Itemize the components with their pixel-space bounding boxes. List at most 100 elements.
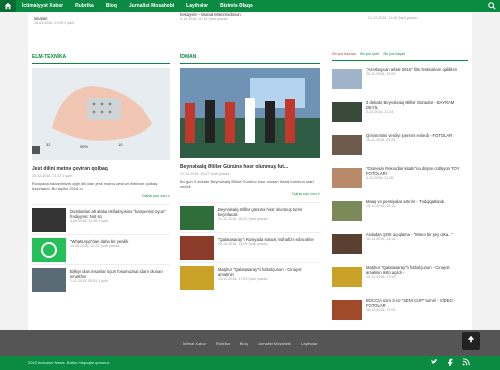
feature-image[interactable]: 32 95% 10 bbox=[32, 68, 170, 160]
popular-item[interactable]: Maaş və pensiyalar artırılır - Tədqiqatl… bbox=[332, 197, 468, 230]
football-team-image bbox=[180, 68, 320, 158]
popular-item[interactable]: BOCCİA üzrə 3-cü "SENİ CUP" turniri - Vİ… bbox=[332, 296, 468, 329]
facebook-icon[interactable] bbox=[446, 358, 454, 366]
search-icon[interactable] bbox=[488, 2, 496, 10]
column-popular: Ən çox baxılan Ən çox şərh Ən çox bəyən … bbox=[332, 50, 468, 329]
section-title[interactable]: İDMAN bbox=[180, 54, 320, 64]
section-title[interactable]: ELM-TEXNİKA bbox=[32, 54, 170, 64]
popular-tabs: Ən çox baxılan Ən çox şərh Ən çox bəyən bbox=[332, 50, 468, 61]
copyright-text: 2015 İnclusive News. Bütün hüquqlar qoru… bbox=[28, 360, 110, 365]
footer-nav-1[interactable]: İctimai Xəbər bbox=[183, 341, 206, 346]
popular-item-meta: 20-11-2016, 12:09 bbox=[366, 72, 396, 76]
tab-most-liked[interactable]: Ən çox bəyən bbox=[383, 50, 405, 58]
popular-item-title: Maşhur "Qalatasaray"lı futbolçunun - Cin… bbox=[366, 265, 450, 275]
footer-nav-5[interactable]: Layihələr bbox=[301, 341, 317, 346]
feature-title[interactable]: Beynəlxalq Əlillər Gününə həsr olunmuş f… bbox=[180, 164, 320, 170]
list-item-title: Maşhur "Qalatasaray"lı futbolçunun - Cin… bbox=[218, 267, 302, 277]
list-item-title: Bitkiyi olan insanlar üçün fosumuzsal id… bbox=[70, 269, 163, 279]
list-item[interactable]: "Qalatasaray"ı Rusiyada süsusi mühafizə … bbox=[180, 232, 320, 262]
thumbnail bbox=[32, 268, 66, 292]
arrow-up-icon bbox=[467, 335, 475, 343]
feature-meta: 25-12-2016, 21:23 1 şərh bbox=[32, 174, 73, 178]
list-item[interactable]: "WhatsApp"dan daha bir yenilik 13-05-201… bbox=[32, 234, 170, 264]
popular-item[interactable]: "Azərbaycan ailəsi-2016" film festivalın… bbox=[332, 65, 468, 98]
feature-title[interactable]: Jest dilini metnə çevirən qolbaq bbox=[32, 166, 170, 172]
popular-item[interactable]: "Ginnesin Rekordlar kitabı"na düşən cütl… bbox=[332, 164, 468, 197]
nav-item-5[interactable]: Layihələr bbox=[180, 0, 214, 12]
home-icon bbox=[4, 2, 12, 10]
popular-item-title: 3 dekabr Beynəlxalq Əlillər Günüdür - BA… bbox=[366, 100, 455, 110]
stat-3: 10 bbox=[118, 142, 123, 147]
thumbnail bbox=[332, 300, 362, 320]
list-item-meta: 21-12-2016, 16:02 Şərh yoxdur bbox=[218, 217, 268, 221]
list-item[interactable]: Beynəlxalq Əlillər gününə həsr olunmuş t… bbox=[180, 202, 320, 232]
nav-item-1[interactable]: İctimaiyyət Xəbər bbox=[16, 0, 69, 12]
rss-icon[interactable] bbox=[462, 358, 470, 366]
read-more-link[interactable]: Daha çox oxu » bbox=[32, 193, 170, 198]
tech-list: Dostlardan alt alaba istifadəçisinə "ban… bbox=[32, 204, 170, 294]
feature-body: Rusiyada badanimizin qiğb dili olan jest… bbox=[32, 181, 158, 191]
tab-most-commented[interactable]: Ən çox şərh bbox=[360, 50, 379, 58]
thumbnail bbox=[332, 102, 362, 122]
snippet-meta: 4-10-2016, 20:18 Şərh yoxdur bbox=[180, 17, 228, 21]
sport-list: Beynəlxalq Əlillər gününə həsr olunmuş t… bbox=[180, 202, 320, 292]
nav-item-2[interactable]: Rubrika bbox=[69, 0, 100, 12]
popular-item-meta: 19-12-2016, 17:53 bbox=[366, 275, 396, 279]
list-item-title: Beynəlxalq Əlillər gününə həsr olunmuş t… bbox=[218, 207, 303, 217]
list-item-meta: 19-12-2016, 17:53 Şərh yoxdur bbox=[218, 277, 268, 281]
popular-item[interactable]: Qənimətimi verdiyi şəmmə evlərdi - FOTOL… bbox=[332, 131, 468, 164]
popular-item-title: "Ginnesin Rekordlar kitabı"na düşən cütl… bbox=[366, 166, 460, 176]
list-item[interactable]: Dostlardan alt alaba istifadəçisinə "ban… bbox=[32, 204, 170, 234]
popular-item-meta: 15-12-2016, 19:11 bbox=[366, 204, 396, 208]
hand-bracelet-image bbox=[32, 68, 170, 160]
top-mid-snippet[interactable]: hekayəsi – Murad Məmmədovun 4-10-2016, 2… bbox=[180, 12, 320, 21]
thumbnail bbox=[332, 267, 362, 287]
popular-item[interactable]: Maşhur "Qalatasaray"lı futbolçunun - Cin… bbox=[332, 263, 468, 296]
footer-nav-3[interactable]: Bloq bbox=[240, 341, 248, 346]
popular-item-meta: 16-11-2016, 12:25 bbox=[366, 138, 396, 142]
top-left-snippet[interactable]: sinaları 16-04-2016, 21:59 2 şərh bbox=[34, 16, 174, 25]
popular-item-meta: 16-12-2016, 13:14 bbox=[366, 237, 396, 241]
scroll-top-button[interactable] bbox=[462, 332, 480, 350]
list-item-title: Dostlardan alt alaba istifadəçisinə "ban… bbox=[70, 209, 166, 219]
top-right-snippet[interactable]: 21-12-2016, 11:46 Şərh yoxdur bbox=[368, 16, 468, 20]
stat-1: 32 bbox=[46, 142, 51, 147]
popular-item-title: BOCCİA üzrə 3-cü "SENİ CUP" turniri - Vİ… bbox=[366, 298, 456, 308]
thumbnail bbox=[180, 236, 214, 260]
list-item-meta: 20-12-2016, 14:09 Şərh yoxdur bbox=[218, 242, 268, 246]
thumbnail bbox=[32, 238, 66, 262]
thumbnail bbox=[332, 69, 362, 89]
feature-meta: 21-12-2016, 16:47 Şərh yoxdur bbox=[180, 172, 230, 176]
twitter-icon[interactable] bbox=[430, 358, 438, 366]
footer-navigation: İctimai Xəbər Rubrika Bloq Jurnalist Mos… bbox=[0, 330, 500, 356]
popular-item-meta: 4-12-2016, 21:26 bbox=[366, 176, 394, 180]
popular-item[interactable]: 3 dekabr Beynəlxalq Əlillər Günüdür - BA… bbox=[332, 98, 468, 131]
thumbnail bbox=[180, 266, 214, 290]
thumbnail bbox=[180, 206, 214, 230]
main-content: sinaları 16-04-2016, 21:59 2 şərh hekayə… bbox=[28, 12, 472, 356]
footer-nav-4[interactable]: Jurnalist Mosahebi bbox=[258, 341, 291, 346]
footer-nav-2[interactable]: Rubrika bbox=[216, 341, 230, 346]
tab-most-viewed[interactable]: Ən çox baxılan bbox=[332, 50, 356, 58]
feature-body: Bu gün 3 dekabr Beynəlxalq Əlillər Günün… bbox=[180, 179, 314, 189]
popular-item-meta: 3-12-2016, 21:24 bbox=[366, 110, 394, 114]
home-button[interactable] bbox=[0, 0, 16, 12]
feature-image[interactable] bbox=[180, 68, 320, 158]
snippet-meta: 16-04-2016, 21:59 2 şərh bbox=[34, 21, 75, 25]
thumbnail bbox=[332, 135, 362, 155]
whatsapp-icon bbox=[41, 242, 57, 258]
list-item[interactable]: Bitkiyi olan insanlar üçün fosumuzsal id… bbox=[32, 264, 170, 294]
list-item-meta: 13-05-2016, 22:21 Şərh yoxdur bbox=[70, 244, 120, 248]
read-more-link[interactable]: Daha çox oxu » bbox=[180, 191, 320, 196]
nav-item-4[interactable]: Jurnalist Mosahebi bbox=[123, 0, 180, 12]
nav-item-3[interactable]: Bloq bbox=[100, 0, 123, 12]
popular-item[interactable]: Ardadan ŞOK açıqlama - "Mənə bir şey ols… bbox=[332, 230, 468, 263]
thumbnail bbox=[332, 201, 362, 221]
list-item[interactable]: Maşhur "Qalatasaray"lı futbolçunun - Cin… bbox=[180, 262, 320, 292]
thumbnail bbox=[332, 168, 362, 188]
thumbnail bbox=[32, 208, 66, 232]
nav-item-6[interactable]: Bizimlə Əlaqə bbox=[214, 0, 259, 12]
popular-item-meta: 18-12-2016, 17:03 bbox=[366, 308, 396, 312]
column-tech: ELM-TEXNİKA 32 95% 10 Jest dilini metnə … bbox=[32, 54, 170, 294]
snippet-meta: 21-12-2016, 11:46 Şərh yoxdur bbox=[368, 16, 418, 20]
